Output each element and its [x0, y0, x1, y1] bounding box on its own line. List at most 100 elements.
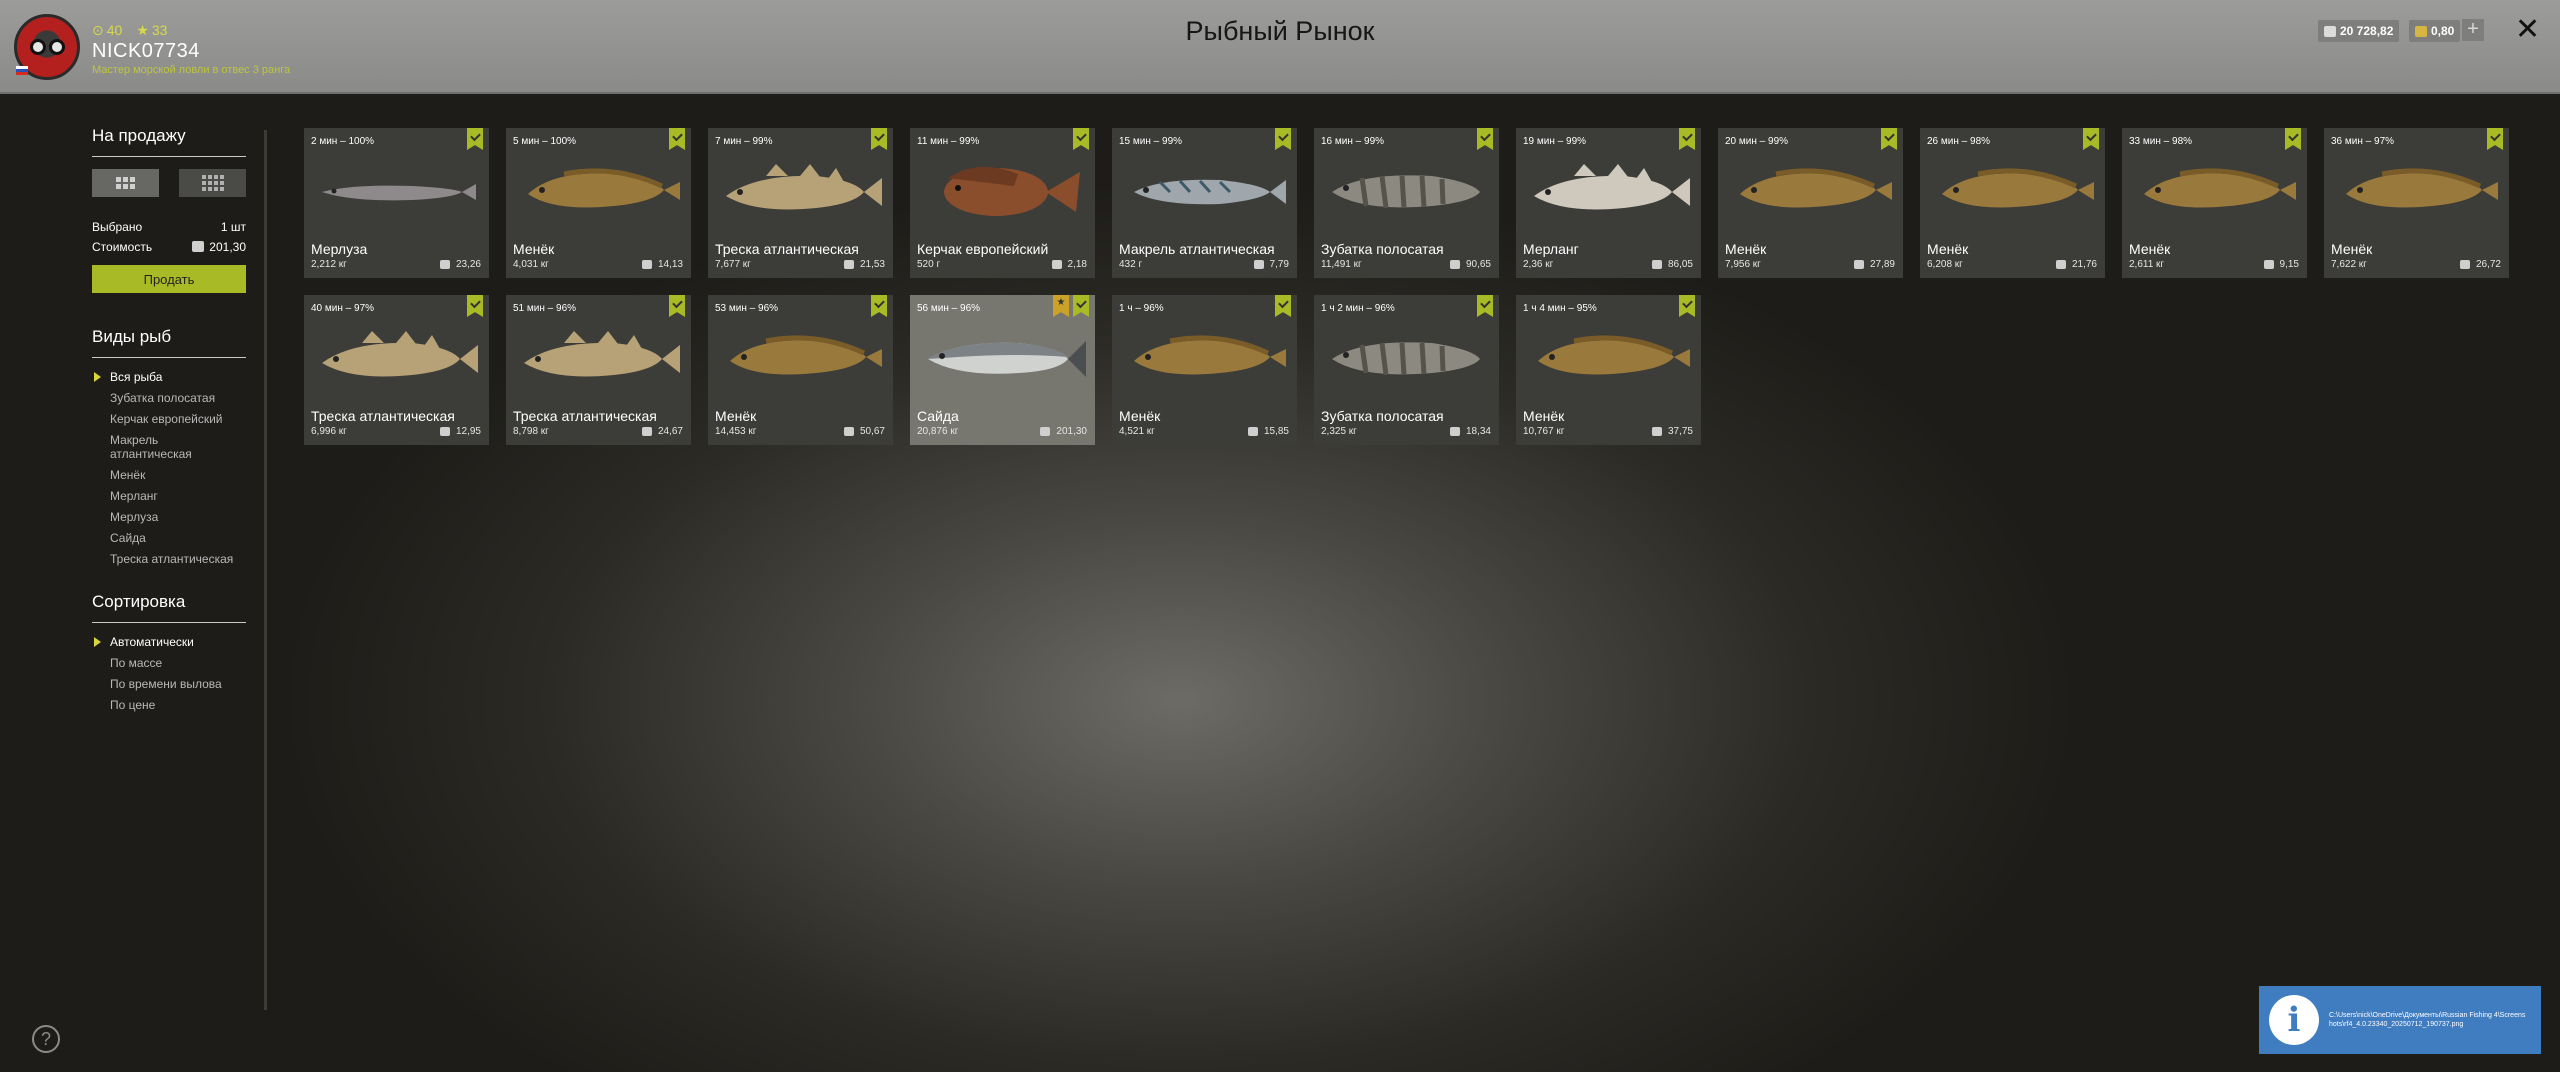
price-value: 2,18	[1067, 259, 1087, 270]
select-checkmark-icon[interactable]	[1881, 128, 1897, 150]
silver-coin-icon	[1449, 427, 1460, 436]
catch-time: 36 мин – 97%	[2331, 136, 2395, 147]
species-filter-item[interactable]: Макрель атлантическая	[92, 433, 202, 461]
fish-weight: 20,876 кг	[917, 426, 959, 437]
select-checkmark-icon[interactable]	[1275, 295, 1291, 317]
select-checkmark-icon[interactable]	[2285, 128, 2301, 150]
help-button[interactable]: ?	[32, 1025, 60, 1053]
tusk-fish-image	[1740, 168, 1892, 208]
select-checkmark-icon[interactable]	[1477, 295, 1493, 317]
catch-time: 11 мин – 99%	[917, 136, 980, 147]
price-value: 37,75	[1667, 426, 1693, 437]
select-checkmark-icon[interactable]	[467, 128, 483, 150]
fish-weight: 11,491 кг	[1321, 259, 1362, 270]
fish-card[interactable]: 33 мин – 98% Менёк 2,611 кг 9,15	[2122, 128, 2307, 278]
species-filter-item[interactable]: Зубатка полосатая	[92, 391, 246, 405]
fish-price: 21,76	[2055, 259, 2097, 270]
fish-name: Менёк	[1119, 408, 1161, 424]
price-value: 50,67	[859, 426, 885, 437]
fish-card[interactable]: 19 мин – 99% Мерланг 2,36 кг 86,05	[1516, 128, 1701, 278]
silver-balance: 20 728,82	[2318, 20, 2400, 42]
sort-option[interactable]: По цене	[92, 698, 246, 712]
fish-card[interactable]: 20 мин – 99% Менёк 7,956 кг 27,89	[1718, 128, 1903, 278]
select-checkmark-icon[interactable]	[1073, 295, 1089, 317]
silver-coin-icon	[2055, 260, 2066, 269]
fish-price: 14,13	[641, 259, 683, 270]
add-gold-button[interactable]: +	[2462, 19, 2484, 41]
fish-card[interactable]: 40 мин – 97% Треска атлантическая 6,996 к…	[304, 295, 489, 445]
species-filter-item[interactable]: Сайда	[92, 531, 246, 545]
catch-time: 5 мин – 100%	[513, 136, 577, 147]
fish-price: 27,89	[1853, 259, 1895, 270]
sell-button[interactable]: Продать	[92, 265, 246, 293]
cod-fish-image	[726, 164, 882, 210]
price-value: 15,85	[1263, 426, 1289, 437]
large-grid-view-button[interactable]	[92, 169, 159, 197]
select-checkmark-icon[interactable]	[467, 295, 483, 317]
fish-card[interactable]: 11 мин – 99% Керчак европейский 520 г 2,18	[910, 128, 1095, 278]
player-rank: Мастер морской ловли в отвес 3 ранга	[92, 64, 291, 76]
species-filter-item[interactable]: Менёк	[92, 468, 246, 482]
screenshot-notification[interactable]: i C:\Users\nick\OneDrive\Документы\Russi…	[2259, 986, 2541, 1054]
silver-coin-icon	[641, 427, 652, 436]
fish-card[interactable]: 1 ч 2 мин – 96% Зубатка полосатая 2,325 к…	[1314, 295, 1499, 445]
catch-time: 40 мин – 97%	[311, 303, 375, 314]
catch-time: 15 мин – 99%	[1119, 136, 1183, 147]
select-checkmark-icon[interactable]	[669, 295, 685, 317]
price-value: 12,95	[455, 426, 481, 437]
select-checkmark-icon[interactable]	[1477, 128, 1493, 150]
select-checkmark-icon[interactable]	[1679, 295, 1695, 317]
sort-option[interactable]: По времени вылова	[92, 677, 246, 691]
fish-card[interactable]: 5 мин – 100% Менёк 4,031 кг 14,13	[506, 128, 691, 278]
select-checkmark-icon[interactable]	[1275, 128, 1291, 150]
species-filter-item[interactable]: Мерланг	[92, 489, 246, 503]
price-value: 24,67	[657, 426, 683, 437]
fish-card[interactable]: 1 ч 4 мин – 95% Менёк 10,767 кг 37,75	[1516, 295, 1701, 445]
fish-card[interactable]: 2 мин – 100% Мерлуза 2,212 кг 23,26	[304, 128, 489, 278]
tusk-fish-image	[1134, 335, 1286, 375]
wolffish-fish-image	[1332, 175, 1480, 209]
fish-weight: 520 г	[917, 259, 941, 270]
select-checkmark-icon[interactable]	[1073, 128, 1089, 150]
tusk-fish-image	[730, 335, 882, 375]
gold-coin-icon	[2415, 25, 2427, 37]
species-filter-item[interactable]: Треска атлантическая	[92, 552, 246, 566]
fish-name: Макрель атлантическая	[1119, 241, 1275, 257]
fish-weight: 8,798 кг	[513, 426, 549, 437]
sort-option[interactable]: Автоматически	[92, 635, 246, 649]
close-button[interactable]: ✕	[2515, 12, 2540, 47]
price-value: 9,15	[2279, 259, 2299, 270]
fish-weight: 432 г	[1119, 259, 1143, 270]
fish-card[interactable]: 1 ч – 96% Менёк 4,521 кг 15,85	[1112, 295, 1297, 445]
select-checkmark-icon[interactable]	[669, 128, 685, 150]
favorite-star-icon[interactable]: ★	[1053, 295, 1069, 317]
fish-card[interactable]: 36 мин – 97% Менёк 7,622 кг 26,72	[2324, 128, 2509, 278]
fish-card[interactable]: 15 мин – 99% Макрель атлантическая 432 г 7…	[1112, 128, 1297, 278]
fish-card[interactable]: 26 мин – 98% Менёк 6,208 кг 21,76	[1920, 128, 2105, 278]
selected-row: Выбрано 1 шт	[92, 217, 246, 237]
fish-card[interactable]: 51 мин – 96% Треска атлантическая 8,798 к…	[506, 295, 691, 445]
info-icon: i	[2269, 995, 2319, 1045]
price-value: 90,65	[1465, 259, 1491, 270]
tusk-fish-image	[1538, 335, 1690, 375]
fish-card[interactable]: 56 мин – 96% ★ Сайда 20,876 кг 201,30	[910, 295, 1095, 445]
price-value: 26,72	[2475, 259, 2501, 270]
select-checkmark-icon[interactable]	[2083, 128, 2099, 150]
select-checkmark-icon[interactable]	[871, 128, 887, 150]
select-checkmark-icon[interactable]	[871, 295, 887, 317]
fish-card[interactable]: 7 мин – 99% Треска атлантическая 7,677 кг…	[708, 128, 893, 278]
species-filter-item[interactable]: Вся рыба	[92, 370, 246, 384]
select-checkmark-icon[interactable]	[1679, 128, 1695, 150]
select-checkmark-icon[interactable]	[2487, 128, 2503, 150]
species-filter-item[interactable]: Керчак европейский	[92, 412, 246, 426]
small-grid-view-button[interactable]	[179, 169, 246, 197]
silver-coin-icon	[2459, 260, 2470, 269]
sort-option[interactable]: По массе	[92, 656, 246, 670]
fish-name: Треска атлантическая	[513, 408, 657, 424]
fish-card[interactable]: 53 мин – 96% Менёк 14,453 кг 50,67	[708, 295, 893, 445]
fish-card[interactable]: 16 мин – 99% Зубатка полосатая 11,491 кг 9…	[1314, 128, 1499, 278]
silver-coin-icon	[641, 260, 652, 269]
tusk-fish-image	[1942, 168, 2094, 208]
species-filter-item[interactable]: Мерлуза	[92, 510, 246, 524]
fish-weight: 2,36 кг	[1523, 259, 1554, 270]
